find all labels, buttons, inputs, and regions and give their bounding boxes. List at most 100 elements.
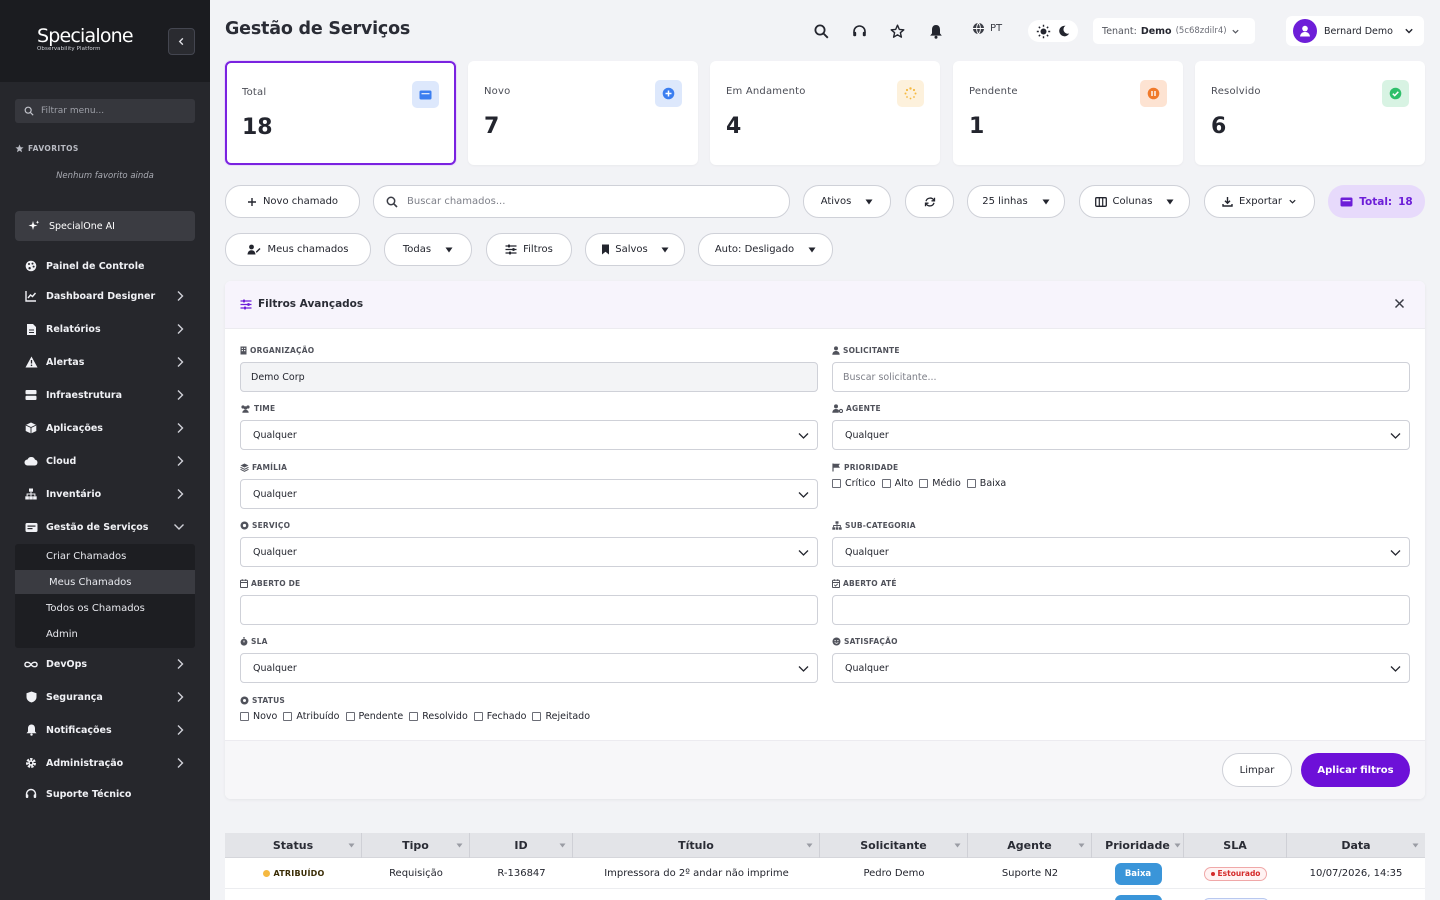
collapse-sidebar-button[interactable] [168, 28, 195, 55]
column-header-type[interactable]: Tipo [362, 833, 470, 858]
sidebar-item-security[interactable]: Segurança [15, 684, 195, 710]
sidebar-item-dashboard-designer[interactable]: Dashboard Designer [15, 283, 195, 309]
checkbox-box[interactable] [473, 712, 483, 721]
submenu-create-tickets[interactable]: Criar Chamados [15, 544, 195, 568]
search-button[interactable] [812, 22, 830, 40]
user-menu[interactable]: Bernard Demo [1286, 16, 1424, 46]
logo[interactable]: Specialone Observability Platform [37, 26, 134, 52]
agent-select[interactable]: Qualquer [832, 420, 1410, 450]
status-resolved-checkbox[interactable]: Resolvido [409, 711, 468, 722]
close-filters-button[interactable] [1394, 298, 1405, 309]
scope-select[interactable]: Todas [384, 233, 472, 266]
rows-per-page-select[interactable]: 25 linhas [967, 185, 1065, 218]
sidebar-item-cloud[interactable]: Cloud [15, 448, 195, 474]
sidebar-item-applications[interactable]: Aplicações [15, 415, 195, 441]
checkbox-box[interactable] [409, 712, 419, 721]
priority-medium-checkbox[interactable]: Médio [919, 478, 961, 489]
checkbox-box[interactable] [832, 479, 841, 488]
sidebar-item-alerts[interactable]: Alertas [15, 349, 195, 375]
ticket-search[interactable] [373, 185, 790, 218]
saved-filters-select[interactable]: Salvos [585, 233, 685, 266]
column-header-status[interactable]: Status [225, 833, 362, 858]
moon-icon[interactable] [1058, 25, 1070, 37]
menu-filter[interactable] [15, 99, 195, 123]
tenant-selector[interactable]: Tenant: Demo (5c68zdilr4) [1093, 18, 1255, 44]
priority-high-checkbox[interactable]: Alto [881, 478, 913, 489]
sidebar-item-inventory[interactable]: Inventário [15, 481, 195, 507]
checkbox-box[interactable] [532, 712, 542, 721]
stat-card-pending[interactable]: Pendente 1 [953, 61, 1183, 165]
opened-from-input[interactable] [253, 604, 761, 616]
stat-card-new[interactable]: Novo 7 [468, 61, 698, 165]
submenu-all-tickets[interactable]: Todos os Chamados [15, 596, 195, 620]
theme-toggle[interactable] [1028, 20, 1078, 42]
column-header-requester[interactable]: Solicitante [820, 833, 968, 858]
refresh-button[interactable] [905, 185, 954, 218]
sidebar-item-reports[interactable]: Relatórios [15, 316, 195, 342]
status-pending-checkbox[interactable]: Pendente [345, 711, 403, 722]
column-header-agent[interactable]: Agente [968, 833, 1092, 858]
language-selector[interactable]: PT [972, 22, 1002, 35]
satisfaction-select[interactable]: Qualquer [832, 653, 1410, 683]
active-filter-select[interactable]: Ativos [803, 185, 891, 218]
checkbox-box[interactable] [283, 712, 293, 721]
priority-low-checkbox[interactable]: Baixa [966, 478, 1006, 489]
requester-input[interactable] [843, 371, 1353, 383]
opened-to-input[interactable] [845, 604, 1353, 616]
column-header-priority[interactable]: Prioridade [1092, 833, 1184, 858]
requester-field[interactable] [832, 362, 1410, 392]
status-closed-checkbox[interactable]: Fechado [473, 711, 527, 722]
sidebar-item-dashboard[interactable]: Painel de Controle [15, 253, 195, 279]
support-button[interactable] [850, 22, 868, 40]
apply-filters-button[interactable]: Aplicar filtros [1301, 753, 1410, 787]
checkbox-box[interactable] [240, 712, 249, 721]
submenu-my-tickets[interactable]: Meus Chamados [15, 570, 195, 594]
family-select[interactable]: Qualquer [240, 479, 818, 509]
column-header-title[interactable]: Título [573, 833, 820, 858]
team-select[interactable]: Qualquer [240, 420, 818, 450]
cell-id[interactable]: R-136847 [470, 858, 573, 889]
menu-filter-input[interactable] [41, 106, 181, 116]
my-tickets-button[interactable]: Meus chamados [225, 233, 371, 266]
checkbox-box[interactable] [881, 479, 891, 488]
clear-filters-button[interactable]: Limpar [1222, 753, 1292, 787]
notifications-button[interactable] [927, 22, 945, 40]
status-rejected-checkbox[interactable]: Rejeitado [532, 711, 590, 722]
sidebar-item-devops[interactable]: DevOps [15, 651, 195, 677]
export-button[interactable]: Exportar [1204, 185, 1315, 218]
sidebar-item-service-management[interactable]: Gestão de Serviços [15, 514, 195, 540]
sun-icon[interactable] [1036, 24, 1051, 39]
filters-button[interactable]: Filtros [486, 233, 572, 266]
sidebar-item-support[interactable]: Suporte Técnico [15, 781, 195, 807]
sidebar-item-administration[interactable]: Administração [15, 750, 195, 776]
auto-refresh-select[interactable]: Auto: Desligado [698, 233, 833, 266]
opened-from-date[interactable] [240, 595, 818, 625]
ticket-search-input[interactable] [407, 196, 767, 207]
checkbox-box[interactable] [966, 479, 976, 488]
checkbox-label: Fechado [486, 711, 527, 722]
checkbox-box[interactable] [345, 712, 355, 721]
stat-card-in-progress[interactable]: Em Andamento 4 [710, 61, 940, 165]
sla-select[interactable]: Qualquer [240, 653, 818, 683]
column-header-sla[interactable]: SLA [1184, 833, 1287, 858]
status-new-checkbox[interactable]: Novo [240, 711, 277, 722]
submenu-admin[interactable]: Admin [15, 622, 195, 646]
subcategory-select[interactable]: Qualquer [832, 537, 1410, 567]
column-header-id[interactable]: ID [470, 833, 573, 858]
column-header-date[interactable]: Data [1287, 833, 1425, 858]
checkbox-box[interactable] [919, 479, 929, 488]
status-assigned-checkbox[interactable]: Atribuído [283, 711, 340, 722]
stat-card-resolved[interactable]: Resolvido 6 [1195, 61, 1425, 165]
service-select[interactable]: Qualquer [240, 537, 818, 567]
columns-select[interactable]: Colunas [1079, 185, 1190, 218]
priority-critical-checkbox[interactable]: Crítico [832, 478, 876, 489]
cell-title[interactable]: Impressora do 2º andar não imprime [573, 858, 820, 889]
stat-card-total[interactable]: Total 18 [225, 61, 456, 165]
table-row[interactable]: ATRIBUÍDO Requisição R-136847 Impressora… [225, 858, 1425, 889]
opened-to-date[interactable] [832, 595, 1410, 625]
ai-assistant-button[interactable]: SpecialOne AI [15, 211, 195, 241]
sidebar-item-infrastructure[interactable]: Infraestrutura [15, 382, 195, 408]
favorites-button[interactable] [888, 22, 906, 40]
new-ticket-button[interactable]: Novo chamado [225, 185, 360, 218]
sidebar-item-notifications[interactable]: Notificações [15, 717, 195, 743]
